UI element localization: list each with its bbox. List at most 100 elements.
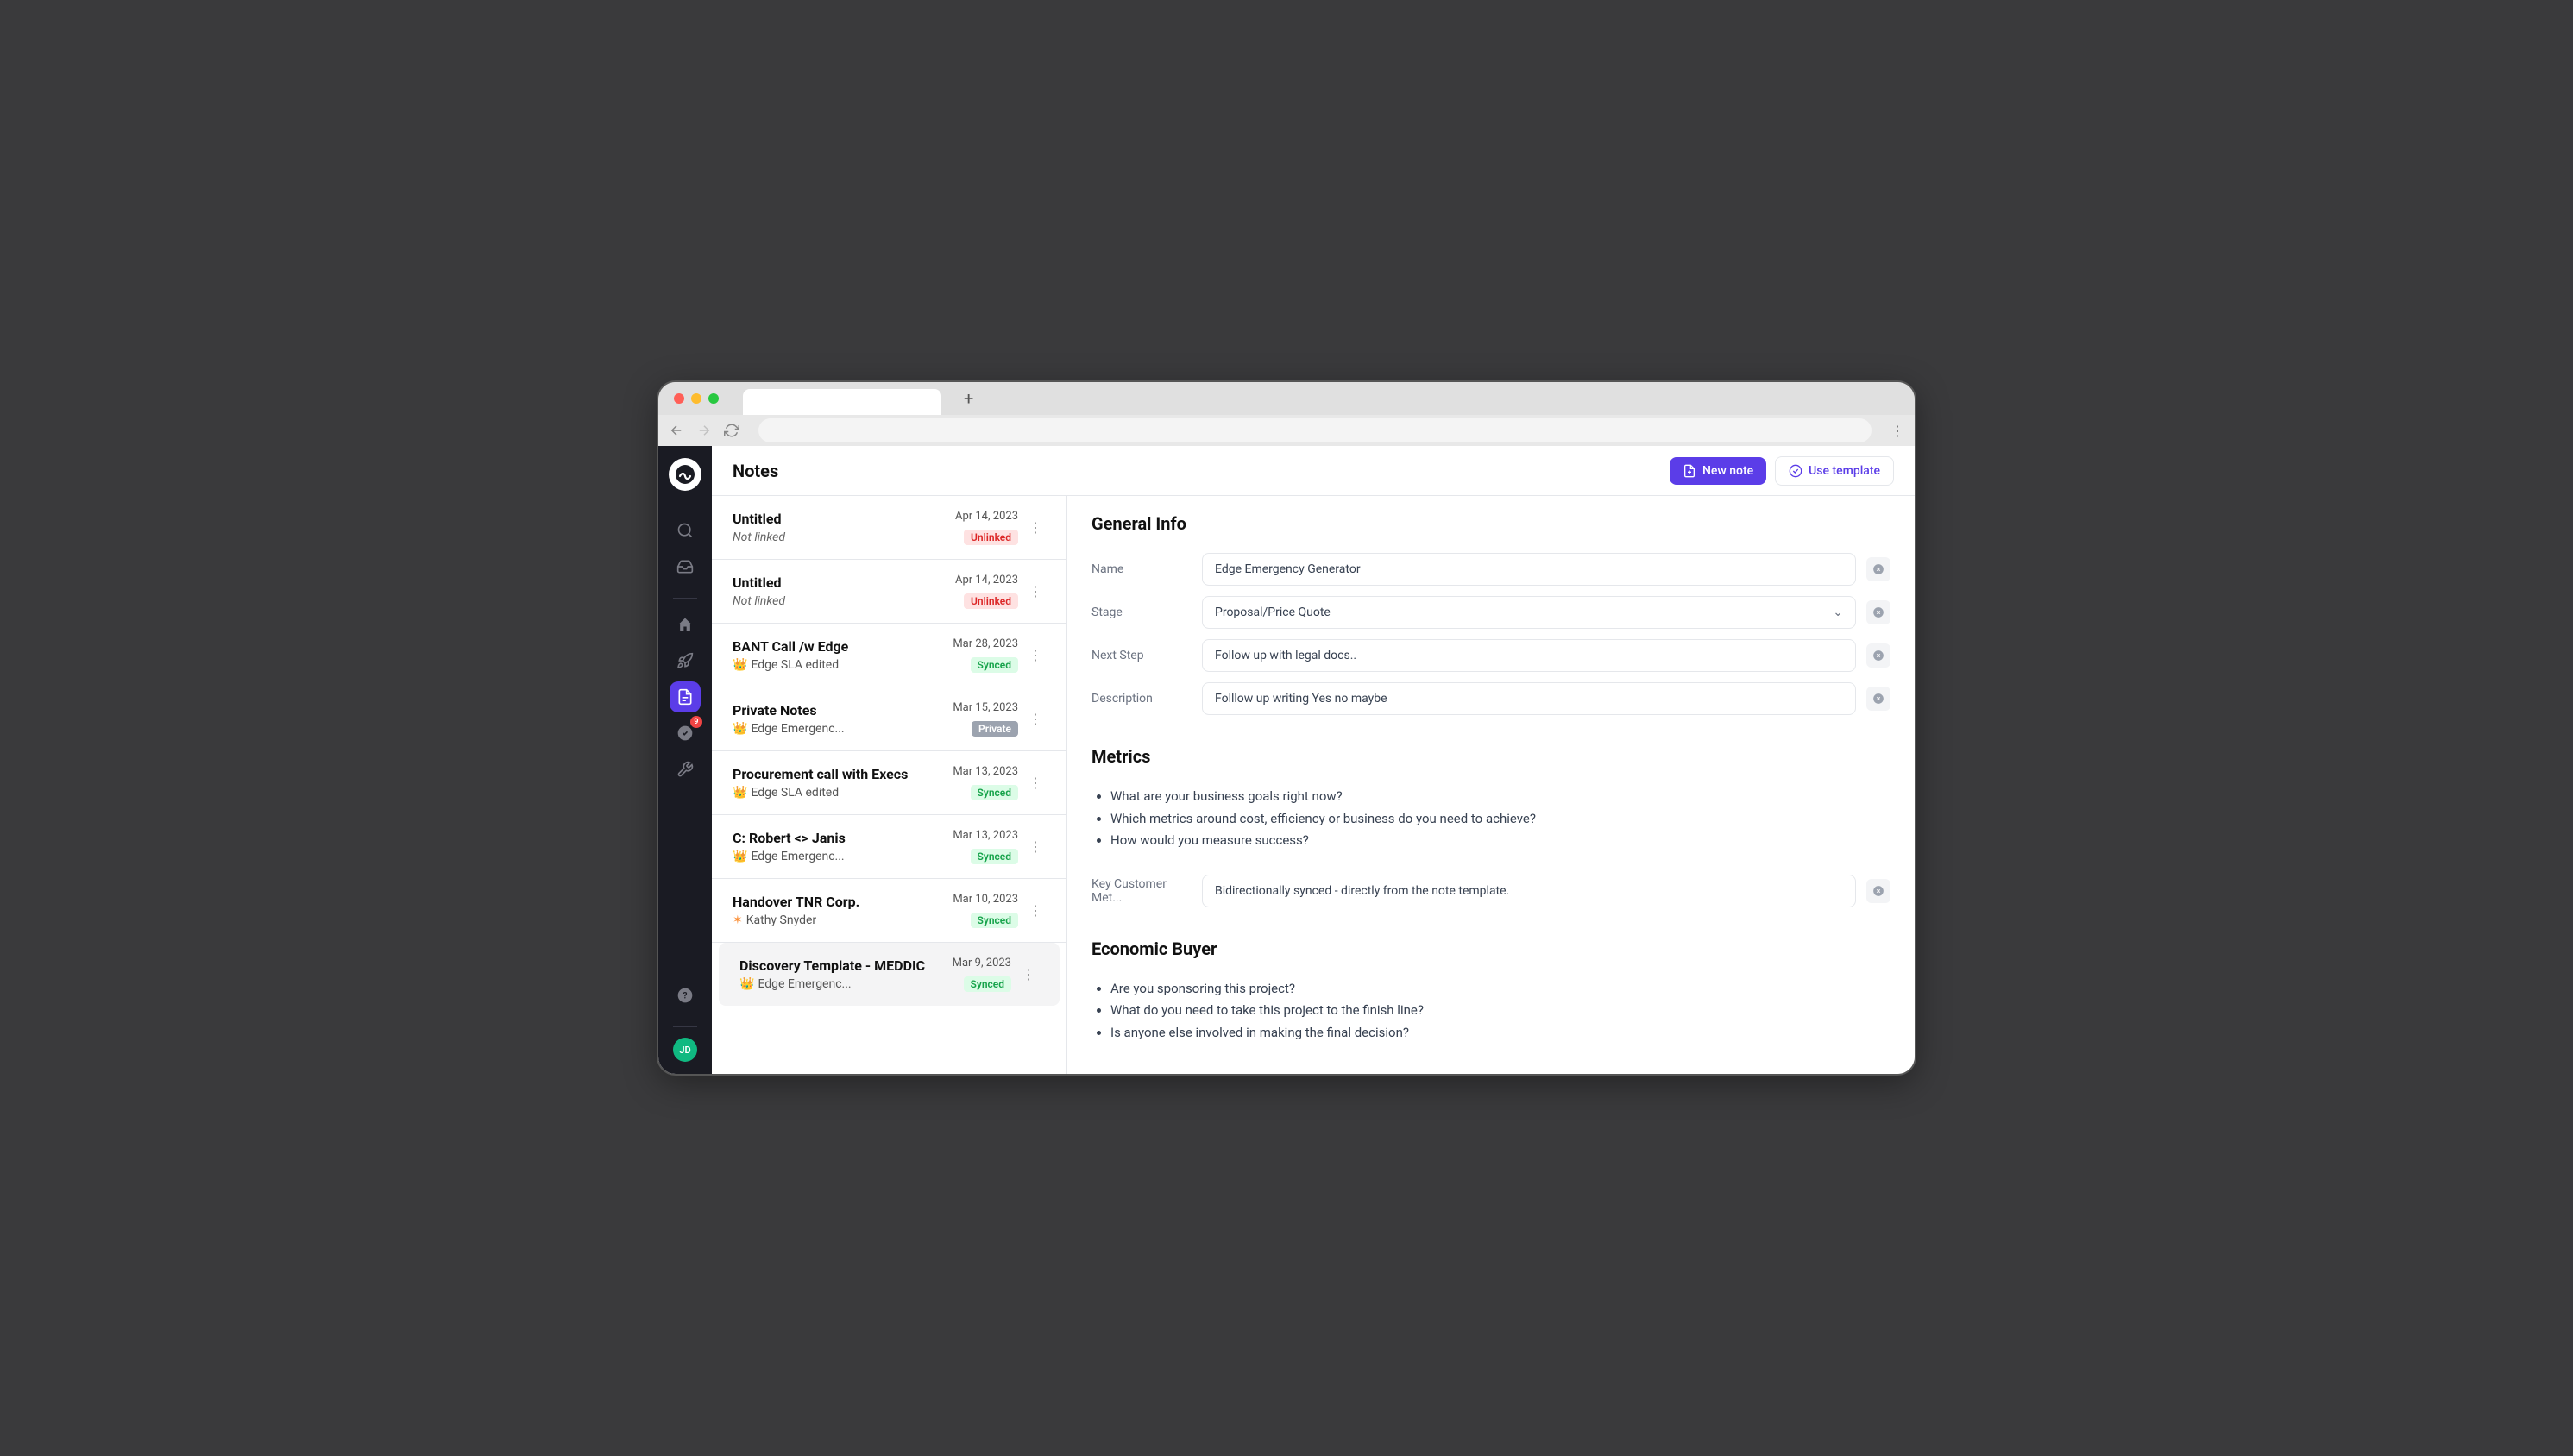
sidebar-divider — [673, 1026, 697, 1027]
field-row: Stage Proposal/Price Quote⌄ — [1091, 596, 1890, 629]
status-badge: Synced — [971, 849, 1018, 864]
note-menu-button[interactable]: ⋮ — [1025, 580, 1046, 603]
note-date: Mar 13, 2023 — [953, 765, 1018, 778]
main-area: UntitledNot linkedApr 14, 2023Unlinked⋮U… — [712, 496, 1915, 1074]
note-title: BANT Call /w Edge — [733, 638, 953, 655]
field-label: Stage — [1091, 606, 1192, 619]
remove-field-button[interactable] — [1866, 557, 1890, 581]
note-item[interactable]: Procurement call with Execs 👑 Edge SLA ed… — [712, 751, 1066, 815]
note-title: Discovery Template - MEDDIC — [739, 957, 953, 974]
new-note-button[interactable]: New note — [1670, 457, 1766, 485]
metrics-field-label: Key Customer Met... — [1091, 877, 1192, 905]
note-menu-button[interactable]: ⋮ — [1025, 771, 1046, 794]
note-item[interactable]: UntitledNot linkedApr 14, 2023Unlinked⋮ — [712, 560, 1066, 624]
page-header: Notes New note Use template — [712, 446, 1915, 496]
user-avatar[interactable]: JD — [673, 1038, 697, 1062]
note-date: Mar 13, 2023 — [953, 829, 1018, 842]
note-item[interactable]: BANT Call /w Edge👑 Edge SLA editedMar 28… — [712, 624, 1066, 687]
bullet-item: Is anyone else involved in making the fi… — [1110, 1022, 1890, 1045]
note-plus-icon — [1683, 464, 1696, 478]
rocket-icon[interactable] — [670, 645, 701, 676]
minimize-window-button[interactable] — [691, 393, 701, 404]
note-item[interactable]: Discovery Template - MEDDIC 👑 Edge Emerge… — [719, 943, 1060, 1006]
crown-icon: 👑 — [733, 658, 747, 672]
general-info-fields: NameEdge Emergency GeneratorStageProposa… — [1091, 553, 1890, 715]
note-title: Untitled — [733, 574, 955, 591]
remove-field-button[interactable] — [1866, 643, 1890, 668]
chevron-down-icon: ⌄ — [1833, 606, 1843, 619]
note-link: 👑 Edge Emergenc... — [739, 977, 953, 991]
browser-tab-bar: + — [658, 382, 1915, 415]
remove-field-button[interactable] — [1866, 687, 1890, 711]
note-menu-button[interactable]: ⋮ — [1025, 516, 1046, 539]
stage-select[interactable]: Proposal/Price Quote⌄ — [1202, 596, 1856, 629]
crown-icon: 👑 — [733, 850, 747, 863]
note-item[interactable]: UntitledNot linkedApr 14, 2023Unlinked⋮ — [712, 496, 1066, 560]
note-title: Procurement call with Execs — [733, 766, 953, 782]
note-link: 👑 Edge Emergenc... — [733, 722, 953, 736]
address-bar[interactable] — [758, 418, 1872, 442]
general-info-heading: General Info — [1091, 513, 1890, 534]
bullet-item: What do you need to take this project to… — [1110, 1000, 1890, 1022]
inbox-icon[interactable] — [670, 551, 701, 582]
note-item[interactable]: Private Notes👑 Edge Emergenc...Mar 15, 2… — [712, 687, 1066, 751]
browser-menu-button[interactable]: ⋮ — [1890, 423, 1904, 439]
new-tab-button[interactable]: + — [964, 388, 973, 409]
text-input[interactable]: Follow up with legal docs.. — [1202, 639, 1856, 672]
notes-icon[interactable] — [670, 681, 701, 712]
app-logo[interactable] — [669, 458, 701, 491]
use-template-button[interactable]: Use template — [1775, 456, 1894, 486]
note-item[interactable]: C: Robert <> Janis👑 Edge Emergenc...Mar … — [712, 815, 1066, 879]
forward-button[interactable] — [696, 423, 712, 438]
back-button[interactable] — [669, 423, 684, 438]
field-label: Next Step — [1091, 649, 1192, 662]
browser-toolbar: ⋮ — [658, 415, 1915, 446]
note-item[interactable]: Handover TNR Corp.✶ Kathy SnyderMar 10, … — [712, 879, 1066, 943]
status-badge: Synced — [971, 785, 1018, 800]
note-date: Mar 9, 2023 — [953, 957, 1011, 970]
note-link: ✶ Kathy Snyder — [733, 913, 953, 927]
metrics-bullets: What are your business goals right now?W… — [1091, 786, 1890, 852]
note-menu-button[interactable]: ⋮ — [1025, 835, 1046, 858]
window-controls — [674, 393, 719, 404]
note-link: 👑 Edge SLA edited — [733, 786, 953, 800]
text-input[interactable]: Edge Emergency Generator — [1202, 553, 1856, 586]
economic-buyer-section: Economic Buyer Are you sponsoring this p… — [1091, 938, 1890, 1045]
remove-field-button[interactable] — [1866, 600, 1890, 624]
economic-buyer-bullets: Are you sponsoring this project?What do … — [1091, 978, 1890, 1045]
note-menu-button[interactable]: ⋮ — [1025, 643, 1046, 667]
home-icon[interactable] — [670, 609, 701, 640]
note-date: Mar 15, 2023 — [953, 701, 1018, 714]
maximize-window-button[interactable] — [708, 393, 719, 404]
crown-icon: 👑 — [733, 722, 747, 736]
text-input[interactable]: Folllow up writing Yes no maybe — [1202, 682, 1856, 715]
note-date: Apr 14, 2023 — [955, 510, 1018, 523]
remove-field-button[interactable] — [1866, 879, 1890, 903]
bullet-item: Are you sponsoring this project? — [1110, 978, 1890, 1001]
status-badge: Private — [972, 721, 1018, 737]
note-menu-button[interactable]: ⋮ — [1025, 899, 1046, 922]
field-row: DescriptionFolllow up writing Yes no may… — [1091, 682, 1890, 715]
tasks-icon[interactable]: 9 — [670, 718, 701, 749]
status-badge: Synced — [971, 913, 1018, 928]
browser-window: + ⋮ 9 ? JD — [658, 382, 1915, 1074]
crown-icon: 👑 — [739, 977, 754, 991]
close-window-button[interactable] — [674, 393, 684, 404]
note-menu-button[interactable]: ⋮ — [1025, 707, 1046, 731]
content-area: Notes New note Use template UntitledNot … — [712, 446, 1915, 1074]
help-icon[interactable]: ? — [670, 980, 701, 1011]
template-icon — [1789, 464, 1802, 478]
bullet-item: How would you measure success? — [1110, 830, 1890, 852]
app-root: 9 ? JD Notes New note Use template — [658, 446, 1915, 1074]
status-badge: Synced — [971, 657, 1018, 673]
note-menu-button[interactable]: ⋮ — [1018, 963, 1039, 986]
reload-button[interactable] — [724, 423, 739, 438]
note-date: Mar 28, 2023 — [953, 637, 1018, 650]
app-sidebar: 9 ? JD — [658, 446, 712, 1074]
metrics-field-input[interactable]: Bidirectionally synced - directly from t… — [1202, 875, 1856, 907]
note-title: C: Robert <> Janis — [733, 830, 953, 846]
settings-icon[interactable] — [670, 754, 701, 785]
note-date: Mar 10, 2023 — [953, 893, 1018, 906]
browser-tab[interactable] — [743, 389, 941, 415]
search-icon[interactable] — [670, 515, 701, 546]
